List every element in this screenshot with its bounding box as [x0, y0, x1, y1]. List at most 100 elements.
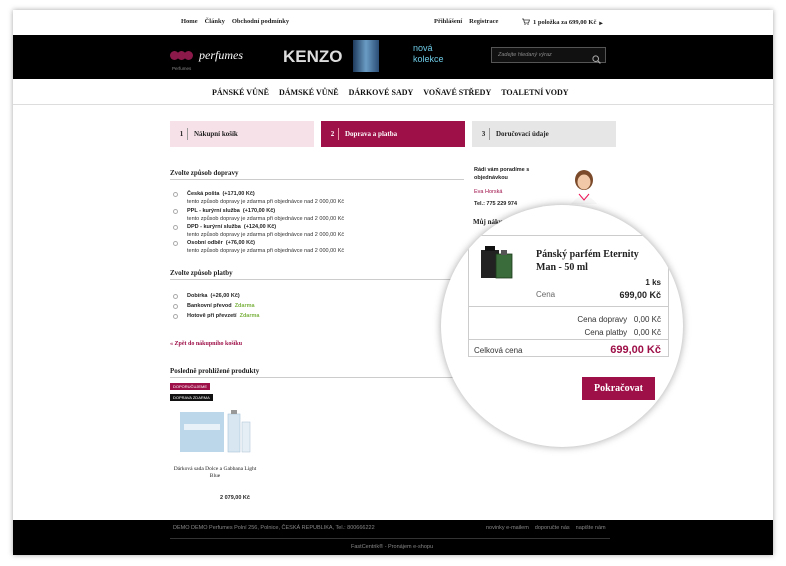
kenzo-banner[interactable]: KENZO nová kolekce — [281, 38, 469, 74]
option-note: tento způsob dopravy je zdarma při objed… — [187, 216, 345, 222]
divider — [170, 538, 610, 539]
payment-cost-row: Cena platby 0,00 Kč — [584, 328, 661, 337]
option-note: tento způsob dopravy je zdarma při objed… — [187, 248, 345, 254]
nav-item-mens[interactable]: PÁNSKÉ VŮNĚ — [212, 88, 269, 97]
banner-text: nová kolekce — [413, 43, 444, 65]
step-label: Doručovací údaje — [496, 130, 549, 138]
shipping-cost-row: Cena dopravy 0,00 Kč — [577, 315, 661, 324]
footer-links: novinky e-mailem doporučte nás napište n… — [486, 525, 606, 531]
checkout-steps: 1 Nákupní košík 2 Doprava a platba 3 Dor… — [170, 121, 616, 147]
summary-product-name[interactable]: Pánský parfém Eternity Man - 50 ml — [536, 248, 661, 274]
option-note: tento způsob dopravy je zdarma při objed… — [187, 199, 345, 205]
search-icon[interactable] — [592, 51, 601, 69]
shipping-title: Zvolte způsob dopravy — [170, 169, 239, 177]
radio-button[interactable] — [173, 209, 178, 214]
footer-link-recommend[interactable]: doporučte nás — [535, 525, 570, 531]
cart-text: 1 položka za 699,00 Kč — [533, 19, 597, 26]
link-articles[interactable]: Články — [205, 18, 225, 25]
option-price: Zdarma — [234, 303, 255, 309]
banner-line1: nová — [413, 43, 433, 53]
magnified-summary: Pánský parfém Eternity Man - 50 ml 1 ks … — [441, 205, 683, 447]
badge-free-shipping: DOPRAVA ZDARMA — [170, 394, 213, 401]
step-number: 3 — [478, 128, 490, 140]
back-to-cart-link[interactable]: « Zpět do nákupního košíku — [170, 341, 242, 347]
product-name[interactable]: Dárková sada Dolce a Gabbana Light Blue — [171, 466, 259, 480]
logo-text: perfumes — [199, 48, 243, 62]
footer-link-newsletter[interactable]: novinky e-mailem — [486, 525, 529, 531]
total-label: Celková cena — [474, 346, 523, 355]
avatar — [568, 168, 600, 204]
option-price: Zdarma — [239, 313, 260, 319]
top-links-right: Přihlášení Registrace — [434, 18, 498, 25]
page-frame: Home Články Obchodní podmínky Přihlášení… — [13, 10, 773, 555]
payment-cost-value: 0,00 Kč — [633, 328, 661, 337]
step-number: 1 — [176, 128, 188, 140]
payment-cost-label: Cena platby — [584, 328, 628, 337]
cart-arrow-icon: ▸ — [599, 19, 603, 27]
footer-link-contact[interactable]: napište nám — [576, 525, 606, 531]
link-register[interactable]: Registrace — [469, 18, 498, 25]
step-label: Nákupní košík — [194, 130, 238, 138]
badge-recommended: DOPORUČUJEME — [170, 383, 211, 390]
shipping-cost-value: 0,00 Kč — [633, 315, 661, 324]
total-value: 699,00 Kč — [610, 344, 661, 356]
help-line2: objednávkou — [474, 175, 508, 181]
link-login[interactable]: Přihlášení — [434, 18, 462, 25]
order-summary-box: Pánský parfém Eternity Man - 50 ml 1 ks … — [468, 235, 669, 357]
header: perfumes Perfumes KENZO nová kolekce Zad… — [13, 35, 773, 79]
option-price: (+26,00 Kč) — [210, 293, 240, 299]
radio-button[interactable] — [173, 314, 178, 319]
nav-item-toilet-waters[interactable]: TOALETNÍ VODY — [501, 88, 568, 97]
top-bar: Home Články Obchodní podmínky Přihlášení… — [13, 10, 773, 35]
continue-button[interactable]: Pokračovat — [582, 377, 655, 400]
help-name: Eva Horská — [474, 189, 503, 195]
footer-address: DEMO DEMO Perfumes Polní 256, Polnice, Č… — [173, 525, 375, 531]
search-placeholder: Zadejte hledaný výraz — [498, 52, 552, 58]
option-label: Bankovní převod — [187, 303, 232, 309]
option-label: Dobírka — [187, 293, 208, 299]
nav-item-womens[interactable]: DÁMSKÉ VŮNĚ — [279, 88, 339, 97]
nav-item-gift-sets[interactable]: DÁRKOVÉ SADY — [349, 88, 414, 97]
option-price: (+170,00 Kč) — [242, 208, 276, 214]
help-box: Rádi vám poradíme s objednávkou Eva Hors… — [474, 166, 529, 208]
recent-title: Posledně prohlížené produkty — [170, 367, 260, 375]
link-home[interactable]: Home — [181, 18, 198, 25]
product-price: 2 079,00 Kč — [220, 495, 250, 501]
option-note: tento způsob dopravy je zdarma při objed… — [187, 232, 345, 238]
banner-brand: KENZO — [283, 47, 343, 66]
shipping-cost-label: Cena dopravy — [577, 315, 628, 324]
logo[interactable]: perfumes — [170, 48, 243, 63]
banner-line2: kolekce — [413, 54, 444, 64]
option-label: Hotově při převzetí — [187, 313, 237, 319]
banner-bottle-image — [353, 40, 379, 72]
summary-quantity: 1 ks — [645, 278, 661, 287]
step-cart[interactable]: 1 Nákupní košík — [170, 121, 314, 147]
summary-price-label: Cena — [536, 290, 556, 299]
radio-button[interactable] — [173, 304, 178, 309]
step-label: Doprava a platba — [345, 130, 398, 138]
logo-mark-icon — [170, 51, 193, 60]
radio-button[interactable] — [173, 225, 178, 230]
logo-subtitle: Perfumes — [172, 66, 192, 71]
cart-summary[interactable]: 1 položka za 699,00 Kč ▸ — [522, 18, 603, 27]
divider — [170, 179, 464, 180]
help-phone: Tel.: 775 229 974 — [474, 201, 518, 207]
radio-button[interactable] — [173, 192, 178, 197]
payment-title: Zvolte způsob platby — [170, 269, 233, 277]
summary-product-image[interactable] — [479, 246, 515, 280]
link-terms[interactable]: Obchodní podmínky — [232, 18, 289, 25]
footer-credit[interactable]: FastCentrik® - Pronájem e-shopu — [351, 544, 433, 550]
product-image[interactable] — [178, 404, 253, 456]
search-input[interactable]: Zadejte hledaný výraz — [491, 47, 606, 64]
radio-button[interactable] — [173, 241, 178, 246]
nav-item-wednesdays[interactable]: VOŇAVÉ STŘEDY — [423, 88, 491, 97]
option-price: (+171,00 Kč) — [222, 191, 255, 197]
step-delivery[interactable]: 3 Doručovací údaje — [472, 121, 616, 147]
help-line1: Rádi vám poradíme s — [474, 167, 530, 173]
divider — [170, 377, 464, 378]
option-label: Osobní odběr — [187, 240, 223, 246]
step-shipping-payment[interactable]: 2 Doprava a platba — [321, 121, 465, 147]
option-price: (+76,00 Kč) — [225, 240, 256, 246]
radio-button[interactable] — [173, 294, 178, 299]
option-price: (+124,00 Kč) — [243, 224, 277, 230]
